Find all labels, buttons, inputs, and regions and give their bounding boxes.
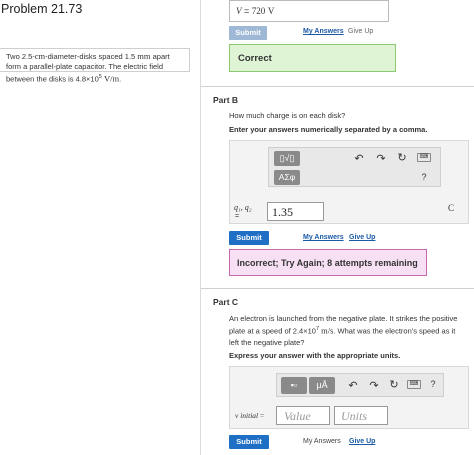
part-b-unit-label: C bbox=[448, 203, 455, 213]
correct-text: Correct bbox=[238, 53, 272, 64]
part-a-answer-display: V = 720 V bbox=[229, 0, 389, 22]
part-c-value-input[interactable]: Value bbox=[276, 406, 330, 425]
redo-icon[interactable]: ↷ bbox=[375, 152, 387, 165]
undo-icon[interactable]: ↶ bbox=[353, 152, 365, 165]
part-c-submit-button[interactable]: Submit bbox=[229, 435, 269, 449]
part-a-give-up-link[interactable]: Give Up bbox=[348, 28, 373, 35]
help-icon[interactable]: ? bbox=[419, 172, 429, 182]
part-c-units-input[interactable]: Units bbox=[334, 406, 388, 425]
part-b-question: How much charge is on each disk? bbox=[229, 111, 346, 120]
part-c-answer-panel: ▪▫ μÅ ↶ ↷ ↻ ⌨ ? v initial = Value Units bbox=[229, 366, 469, 429]
templates-button[interactable]: ▯√▯ bbox=[274, 151, 300, 166]
part-b-answer-panel: ▯√▯ ΑΣφ ↶ ↷ ↻ ⌨ ? q₁, q₂ = 1.35 C bbox=[229, 140, 469, 224]
part-c-title: Part C bbox=[213, 297, 239, 307]
redo-icon[interactable]: ↷ bbox=[368, 379, 380, 392]
part-c-instruction: Express your answer with the appropriate… bbox=[229, 351, 401, 360]
part-b-variable-label: q₁, q₂ bbox=[234, 203, 252, 212]
part-b-instruction: Enter your answers numerically separated… bbox=[229, 125, 428, 134]
reset-icon[interactable]: ↻ bbox=[388, 378, 400, 391]
part-b-answer-input[interactable]: 1.35 bbox=[267, 202, 324, 221]
problem-title: Problem 21.73 bbox=[1, 2, 83, 16]
part-c-variable-label: v initial = bbox=[235, 411, 265, 420]
column-divider bbox=[200, 0, 201, 455]
undo-icon[interactable]: ↶ bbox=[347, 379, 359, 392]
part-b-submit-button[interactable]: Submit bbox=[229, 231, 269, 245]
reset-icon[interactable]: ↻ bbox=[396, 151, 408, 164]
section-divider bbox=[201, 288, 474, 289]
units-button[interactable]: μÅ bbox=[309, 377, 335, 394]
part-b-equation-toolbar: ▯√▯ ΑΣφ ↶ ↷ ↻ ⌨ ? bbox=[268, 147, 441, 187]
part-b-give-up-link[interactable]: Give Up bbox=[349, 234, 375, 241]
help-icon[interactable]: ? bbox=[428, 379, 438, 389]
keyboard-icon[interactable]: ⌨ bbox=[417, 153, 431, 162]
part-a-correct-feedback: Correct bbox=[229, 44, 396, 72]
part-c-question: An electron is launched from the negativ… bbox=[229, 314, 458, 347]
incorrect-text: Incorrect; Try Again; 8 attempts remaini… bbox=[237, 258, 418, 268]
part-c-give-up-link[interactable]: Give Up bbox=[349, 438, 375, 445]
part-b-equals: = bbox=[235, 213, 240, 220]
part-b-title: Part B bbox=[213, 95, 239, 105]
part-a-my-answers-link[interactable]: My Answers bbox=[303, 28, 344, 35]
part-b-my-answers-link[interactable]: My Answers bbox=[303, 234, 344, 241]
greek-symbols-button[interactable]: ΑΣφ bbox=[274, 170, 300, 185]
part-b-incorrect-feedback: Incorrect; Try Again; 8 attempts remaini… bbox=[229, 249, 427, 276]
part-c-equation-toolbar: ▪▫ μÅ ↶ ↷ ↻ ⌨ ? bbox=[276, 373, 444, 397]
problem-statement: Two 2.5-cm-diameter-disks spaced 1.5 mm … bbox=[6, 51, 170, 84]
keyboard-icon[interactable]: ⌨ bbox=[407, 380, 421, 389]
section-divider bbox=[201, 86, 474, 87]
templates-button[interactable]: ▪▫ bbox=[281, 377, 307, 394]
part-a-submit-button[interactable]: Submit bbox=[229, 26, 267, 40]
part-c-my-answers-link[interactable]: My Answers bbox=[303, 438, 341, 445]
